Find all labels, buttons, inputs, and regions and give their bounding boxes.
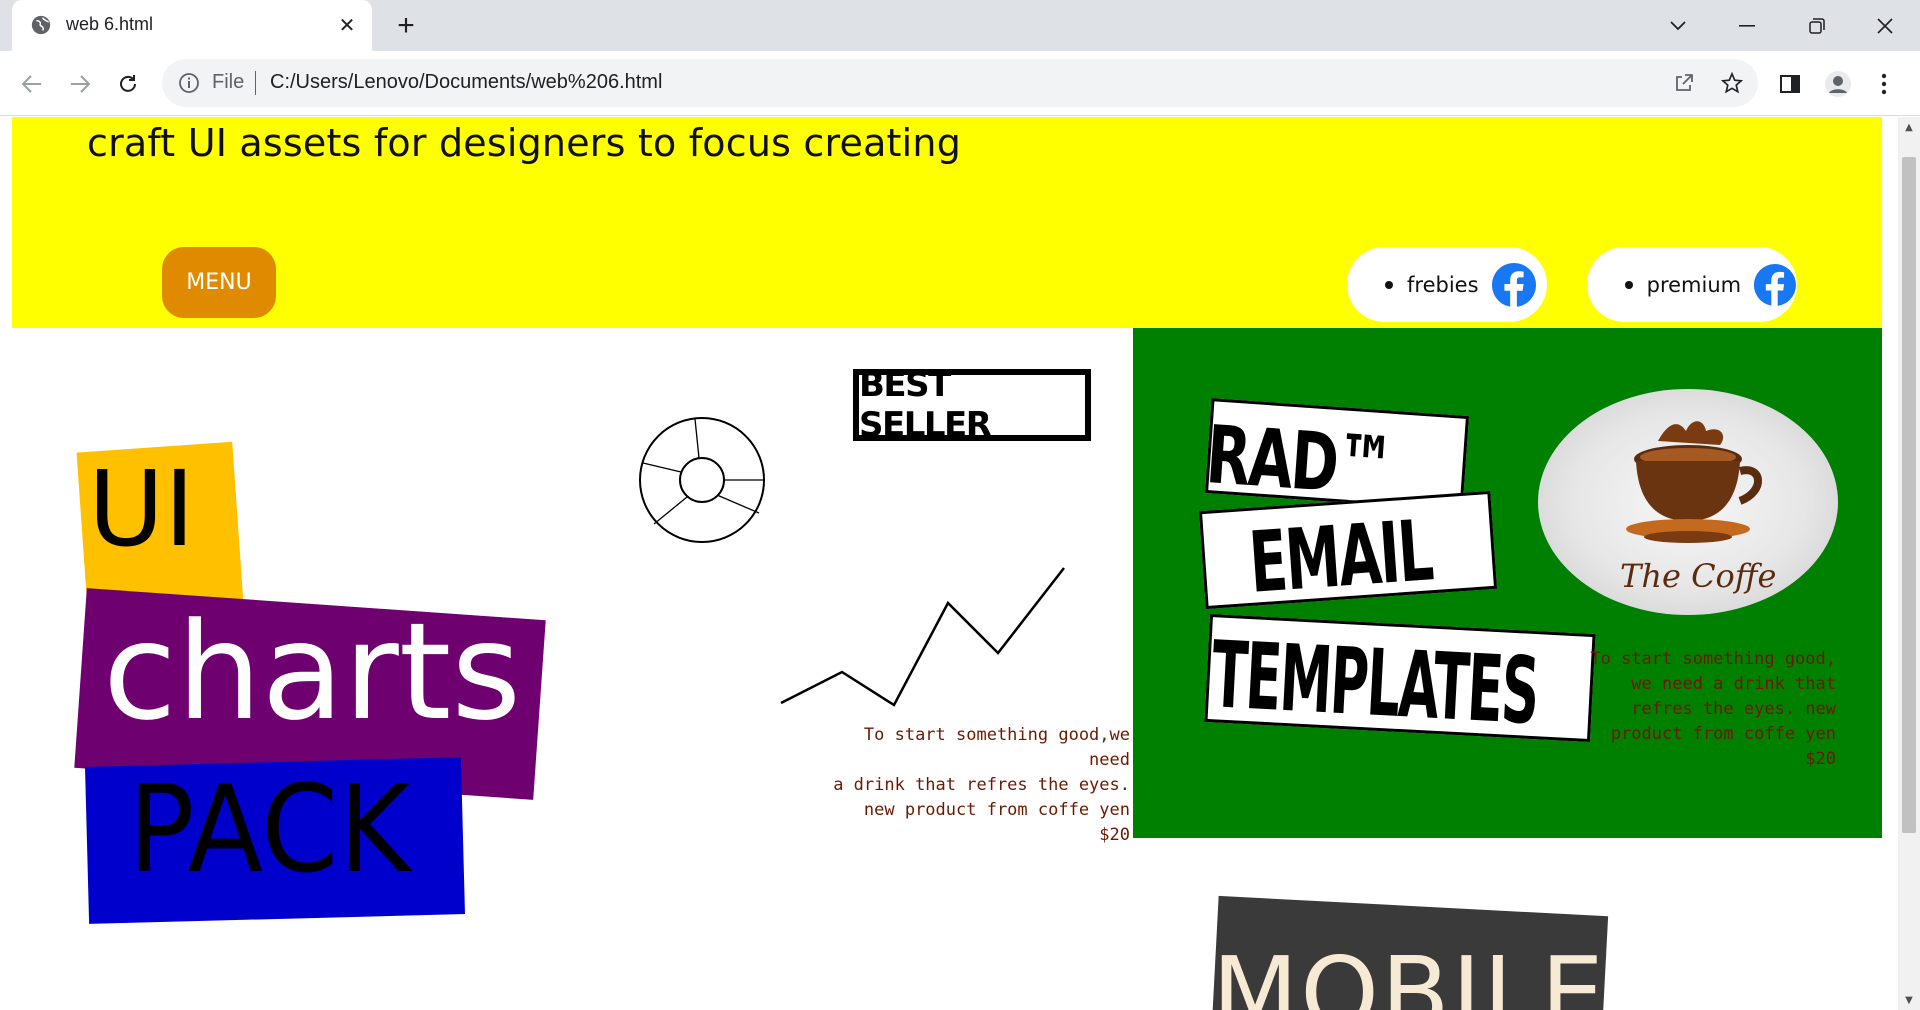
templates-word: TEMPLATES	[1209, 621, 1541, 743]
line-chart-illustration	[780, 567, 1065, 707]
browser-tabstrip: web 6.html ✕ +	[0, 0, 1920, 51]
facebook-icon[interactable]	[1491, 262, 1537, 308]
promo-line: new product from coffe yen	[863, 800, 1130, 820]
side-panel-icon[interactable]	[1772, 66, 1808, 102]
email-card: EMAIL	[1198, 490, 1498, 610]
browser-toolbar: File C:/Users/Lenovo/Documents/web%206.h…	[0, 51, 1920, 116]
coffee-cup-icon	[1626, 421, 1762, 543]
promo-line: a drink that refres the eyes.	[833, 775, 1130, 795]
address-bar[interactable]: File C:/Users/Lenovo/Documents/web%206.h…	[162, 59, 1758, 107]
mobile-word: MOBILE	[1212, 935, 1606, 1010]
url-text[interactable]: C:/Users/Lenovo/Documents/web%206.html	[270, 71, 662, 94]
promo-price: $20	[1805, 749, 1836, 769]
coffee-brand-label: The Coffe	[1620, 557, 1777, 595]
nav-pill-label: frebies	[1407, 272, 1479, 297]
hero-tagline: craft UI assets for designers to focus c…	[87, 121, 962, 165]
nav-pill-frebies[interactable]: frebies	[1347, 247, 1547, 322]
back-button[interactable]	[14, 66, 50, 102]
promo-price: $20	[1099, 825, 1130, 845]
templates-card: TEMPLATES	[1204, 613, 1596, 743]
pack-word: PACK	[128, 761, 411, 900]
share-icon[interactable]	[1670, 69, 1698, 97]
url-separator	[255, 71, 256, 95]
tab-title: web 6.html	[66, 14, 154, 34]
donut-chart-illustration	[639, 417, 765, 543]
promo-line: we need a drink that	[1631, 674, 1836, 694]
bookmark-star-icon[interactable]	[1718, 69, 1746, 97]
profile-avatar-icon[interactable]	[1820, 66, 1856, 102]
scrollbar-thumb[interactable]	[1902, 157, 1916, 833]
url-scheme: File	[212, 71, 245, 93]
page-scrollbar[interactable]: ▲ ▼	[1898, 117, 1920, 1010]
more-menu-icon[interactable]	[1866, 66, 1902, 102]
bullet-dot	[1625, 280, 1633, 289]
charts-word: charts	[103, 594, 522, 750]
reload-button[interactable]	[110, 66, 146, 102]
scroll-down-arrow-icon[interactable]: ▼	[1898, 990, 1920, 1010]
promo-line: To start something good,	[1590, 649, 1836, 669]
close-window-button[interactable]	[1867, 8, 1903, 44]
globe-icon	[31, 15, 51, 35]
new-tab-button[interactable]: +	[390, 9, 422, 42]
page-viewport: craft UI assets for designers to focus c…	[0, 117, 1900, 1010]
info-icon[interactable]	[178, 72, 200, 94]
promo-text-left: To start something good,we need a drink …	[820, 723, 1130, 848]
hero-banner: craft UI assets for designers to focus c…	[12, 117, 1882, 328]
rad-card: RAD™	[1205, 398, 1469, 511]
nav-pill-label: premium	[1646, 272, 1742, 297]
restore-button[interactable]	[1799, 8, 1835, 44]
promo-line: product from coffe yen	[1610, 724, 1836, 744]
nav-pill-premium[interactable]: premium	[1587, 247, 1797, 322]
forward-button[interactable]	[62, 66, 98, 102]
browser-tab[interactable]: web 6.html ✕	[12, 0, 372, 51]
bullet-dot	[1385, 280, 1393, 289]
rad-word: RAD™	[1205, 408, 1396, 511]
menu-button[interactable]: MENU	[162, 247, 276, 318]
promo-line: To start something good,we need	[863, 725, 1130, 770]
ui-word: UI	[88, 448, 195, 570]
facebook-icon[interactable]	[1753, 262, 1797, 308]
minimize-button[interactable]	[1729, 8, 1765, 44]
promo-text-right: To start something good, we need a drink…	[1560, 647, 1836, 772]
best-seller-badge: BEST SELLER	[853, 365, 1091, 445]
tab-search-icon[interactable]	[1660, 8, 1696, 44]
email-word: EMAIL	[1246, 501, 1435, 610]
close-tab-icon[interactable]: ✕	[334, 12, 360, 38]
promo-line: refres the eyes. new	[1631, 699, 1836, 719]
scroll-up-arrow-icon[interactable]: ▲	[1898, 117, 1920, 137]
